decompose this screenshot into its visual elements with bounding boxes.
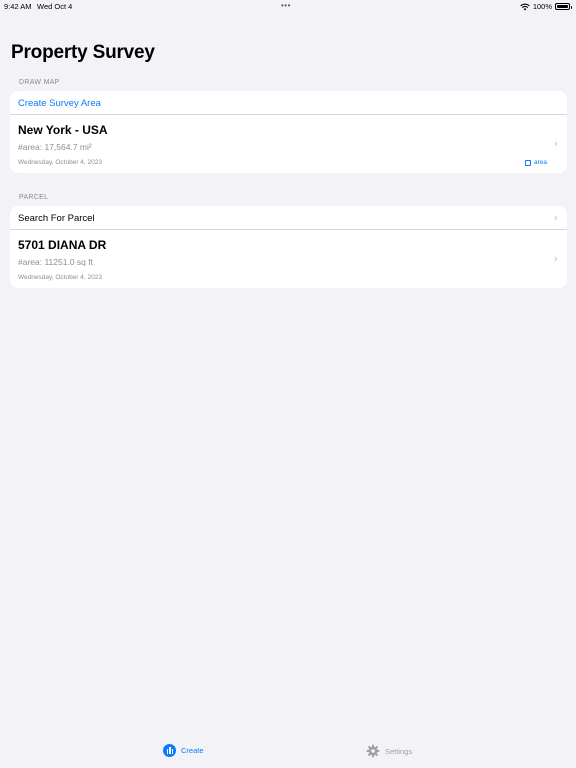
section-header-draw-map: DRAW MAP <box>19 79 60 86</box>
tab-bar: Create Settings <box>0 738 576 768</box>
square-icon <box>524 159 531 166</box>
area-tag: area <box>524 159 547 166</box>
search-parcel-row[interactable]: Search For Parcel › <box>10 206 567 230</box>
section-header-parcel: PARCEL <box>19 194 49 201</box>
area-tag-label: area <box>533 159 547 166</box>
chart-icon <box>163 744 176 757</box>
status-time: 9:42 AM <box>4 2 32 11</box>
chevron-right-icon: › <box>553 211 558 224</box>
battery-icon <box>555 3 572 10</box>
survey-area-subtitle: #area: 17,564.7 mi² <box>18 142 92 152</box>
battery-fill <box>557 5 568 8</box>
create-survey-area-row[interactable]: Create Survey Area <box>10 91 567 115</box>
parcel-row[interactable]: 5701 DIANA DR #area: 11251.0 sq ft Wedne… <box>10 230 567 288</box>
tab-create-label: Create <box>181 746 204 755</box>
create-survey-area-button[interactable]: Create Survey Area <box>18 98 101 109</box>
parcel-group: Search For Parcel › 5701 DIANA DR #area:… <box>10 206 567 288</box>
parcel-title: 5701 DIANA DR <box>18 238 107 252</box>
gear-icon <box>366 744 380 758</box>
tab-settings[interactable]: Settings <box>366 744 412 758</box>
survey-area-date: Wednesday, October 4, 2023 <box>18 159 102 166</box>
status-right: 100% <box>520 2 572 11</box>
parcel-subtitle: #area: 11251.0 sq ft <box>18 257 93 267</box>
tab-create[interactable]: Create <box>163 744 204 757</box>
draw-map-group: Create Survey Area New York - USA #area:… <box>10 91 567 173</box>
survey-area-title: New York - USA <box>18 123 108 137</box>
parcel-date: Wednesday, October 4, 2023 <box>18 274 102 281</box>
chevron-right-icon: › <box>553 137 558 150</box>
battery-percent: 100% <box>532 2 552 11</box>
search-parcel-button[interactable]: Search For Parcel <box>18 213 95 224</box>
page-title: Property Survey <box>11 42 155 63</box>
chevron-right-icon: › <box>553 252 558 265</box>
survey-area-row[interactable]: New York - USA #area: 17,564.7 mi² Wedne… <box>10 115 567 173</box>
multitasking-dots-icon[interactable]: ••• <box>281 1 291 10</box>
wifi-icon <box>520 3 530 10</box>
tab-settings-label: Settings <box>385 746 413 756</box>
status-bar: 9:42 AM Wed Oct 4 ••• 100% <box>0 0 576 14</box>
screen: 9:42 AM Wed Oct 4 ••• 100% Property Surv… <box>0 0 576 768</box>
status-date: Wed Oct 4 <box>37 2 73 11</box>
